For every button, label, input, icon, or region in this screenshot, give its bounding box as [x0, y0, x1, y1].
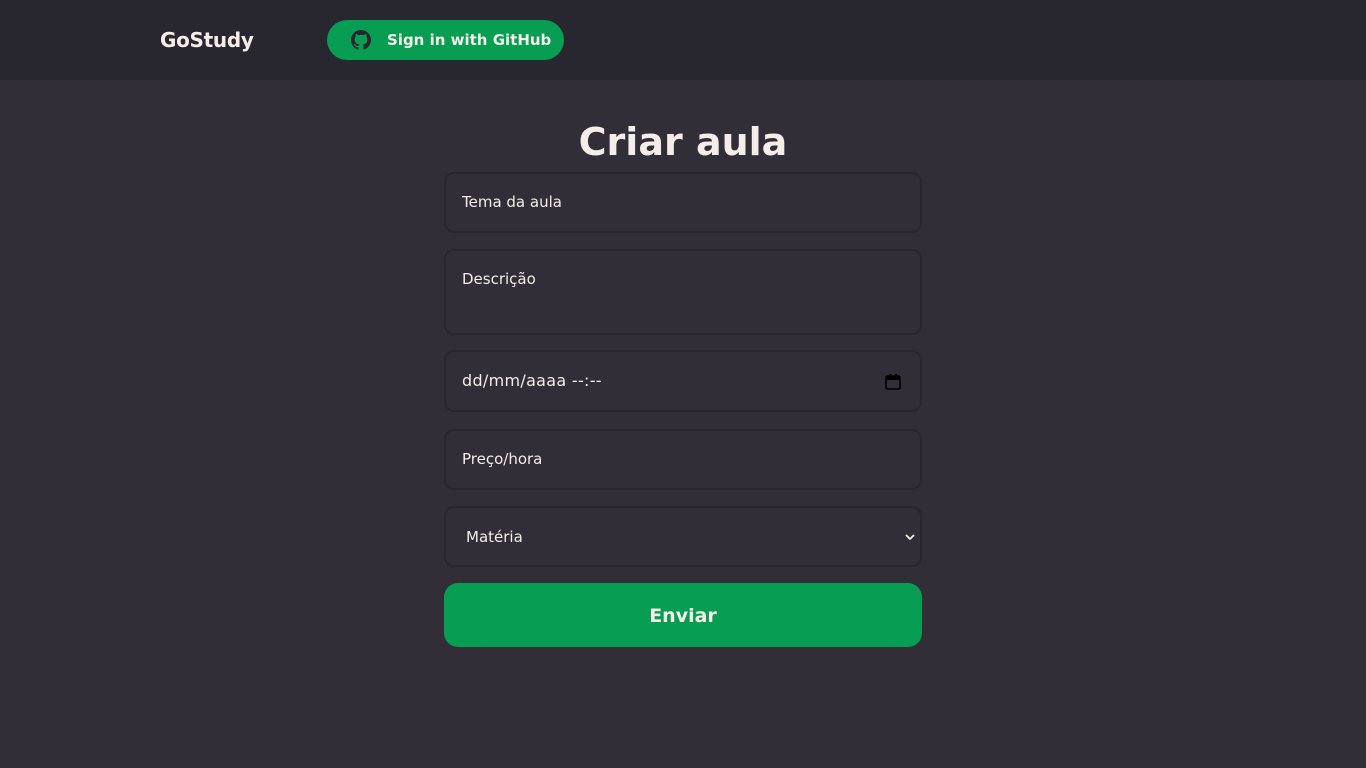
github-icon: [351, 30, 371, 50]
descricao-placeholder: Descrição: [462, 270, 536, 288]
tema-placeholder: Tema da aula: [462, 193, 562, 211]
chevron-down-icon: [905, 534, 915, 540]
preco-input[interactable]: Preço/hora: [444, 429, 922, 490]
header: GoStudy Sign in with GitHub: [0, 0, 1366, 80]
github-sign-in-button[interactable]: Sign in with GitHub: [327, 20, 564, 60]
submit-button[interactable]: Enviar: [444, 583, 922, 647]
submit-label: Enviar: [649, 605, 717, 627]
calendar-icon[interactable]: [884, 373, 902, 391]
page-title: Criar aula: [578, 120, 788, 164]
materia-select[interactable]: Matéria: [444, 506, 922, 567]
datetime-input[interactable]: dd/mm/aaaa --:--: [444, 350, 922, 412]
logo[interactable]: GoStudy: [160, 27, 254, 53]
descricao-textarea[interactable]: Descrição: [444, 249, 922, 335]
preco-placeholder: Preço/hora: [462, 450, 543, 468]
tema-input[interactable]: Tema da aula: [444, 172, 922, 233]
datetime-placeholder: dd/mm/aaaa --:--: [462, 371, 602, 390]
github-sign-in-label: Sign in with GitHub: [387, 31, 552, 49]
materia-selected-value: Matéria: [466, 528, 523, 546]
